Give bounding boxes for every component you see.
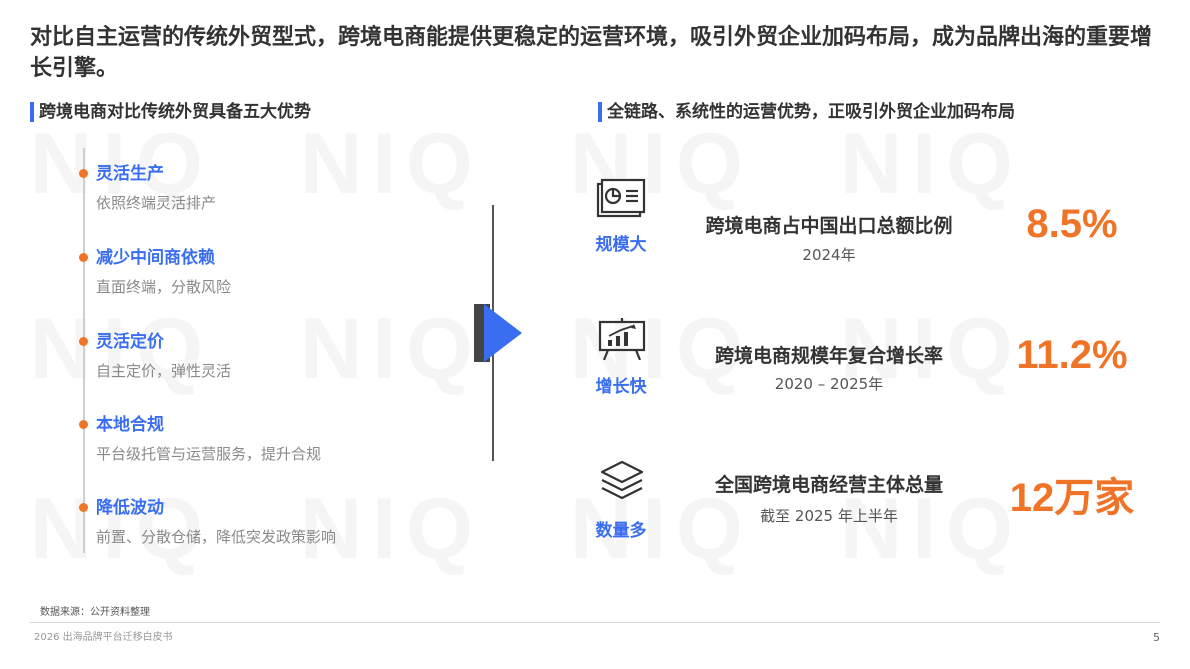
footer-title: 2026 出海品牌平台迁移白皮书	[34, 632, 173, 643]
metric-subtitle: 截至 2025 年上半年	[760, 507, 898, 525]
page-number: 5	[1153, 631, 1160, 644]
growth-board-icon	[598, 318, 646, 360]
watermark-text: NIQ	[300, 301, 483, 397]
metric-label: 规模大	[595, 235, 647, 255]
advantage-item: 本地合规 平台级托管与运营服务，提升合规	[79, 414, 322, 464]
metric-label: 增长快	[595, 377, 647, 397]
layers-icon	[600, 460, 644, 500]
advantage-title: 本地合规	[96, 415, 164, 435]
advantage-desc: 平台级托管与运营服务，提升合规	[96, 445, 322, 463]
left-section-title: 跨境电商对比传统外贸具备五大优势	[30, 100, 311, 124]
advantage-desc: 依照终端灵活排产	[96, 194, 217, 212]
timeline-dot	[79, 420, 88, 429]
timeline-dot	[79, 169, 88, 178]
advantage-desc: 直面终端，分散风险	[96, 278, 232, 296]
advantage-item: 降低波动 前置、分散仓储，降低突发政策影响	[79, 497, 337, 547]
advantage-desc: 自主定价，弹性灵活	[96, 362, 232, 380]
metric-title: 跨境电商规模年复合增长率	[714, 345, 943, 367]
footer-divider	[30, 622, 1160, 623]
advantage-title: 降低波动	[96, 498, 164, 518]
watermark-text: NIQ	[300, 116, 483, 212]
advantage-title: 灵活定价	[96, 332, 164, 352]
metric-subtitle: 2020 – 2025年	[774, 375, 884, 393]
metric-title: 跨境电商占中国出口总额比例	[705, 215, 953, 237]
timeline-dot	[79, 253, 88, 262]
metric-value: 12万家	[1009, 476, 1135, 520]
advantages-timeline	[83, 148, 87, 553]
advantage-desc: 前置、分散仓储，降低突发政策影响	[96, 528, 337, 546]
timeline-dot	[79, 337, 88, 346]
metric-label: 数量多	[595, 521, 647, 541]
advantage-item: 灵活定价 自主定价，弹性灵活	[79, 331, 232, 381]
metric-value: 11.2%	[1016, 333, 1128, 377]
advantage-item: 减少中间商依赖 直面终端，分散风险	[79, 247, 232, 297]
presentation-chart-icon	[596, 178, 646, 218]
data-source-note: 数据来源：公开资料整理	[40, 607, 150, 618]
advantage-item: 灵活生产 依照终端灵活排产	[79, 163, 217, 213]
right-section-title: 全链路、系统性的运营优势，正吸引外贸企业加码布局	[598, 100, 1015, 124]
metric-title: 全国跨境电商经营主体总量	[714, 474, 943, 496]
page-headline: 对比自主运营的传统外贸型式，跨境电商能提供更稳定的运营环境，吸引外贸企业加码布局…	[30, 25, 1153, 81]
metric-subtitle: 2024年	[802, 246, 856, 264]
arrow-right-icon	[474, 304, 522, 362]
metric-value: 8.5%	[1026, 202, 1118, 246]
timeline-dot	[79, 503, 88, 512]
advantage-title: 灵活生产	[96, 164, 164, 184]
advantage-title: 减少中间商依赖	[96, 248, 215, 268]
watermark-text: NIQ	[840, 116, 1023, 212]
